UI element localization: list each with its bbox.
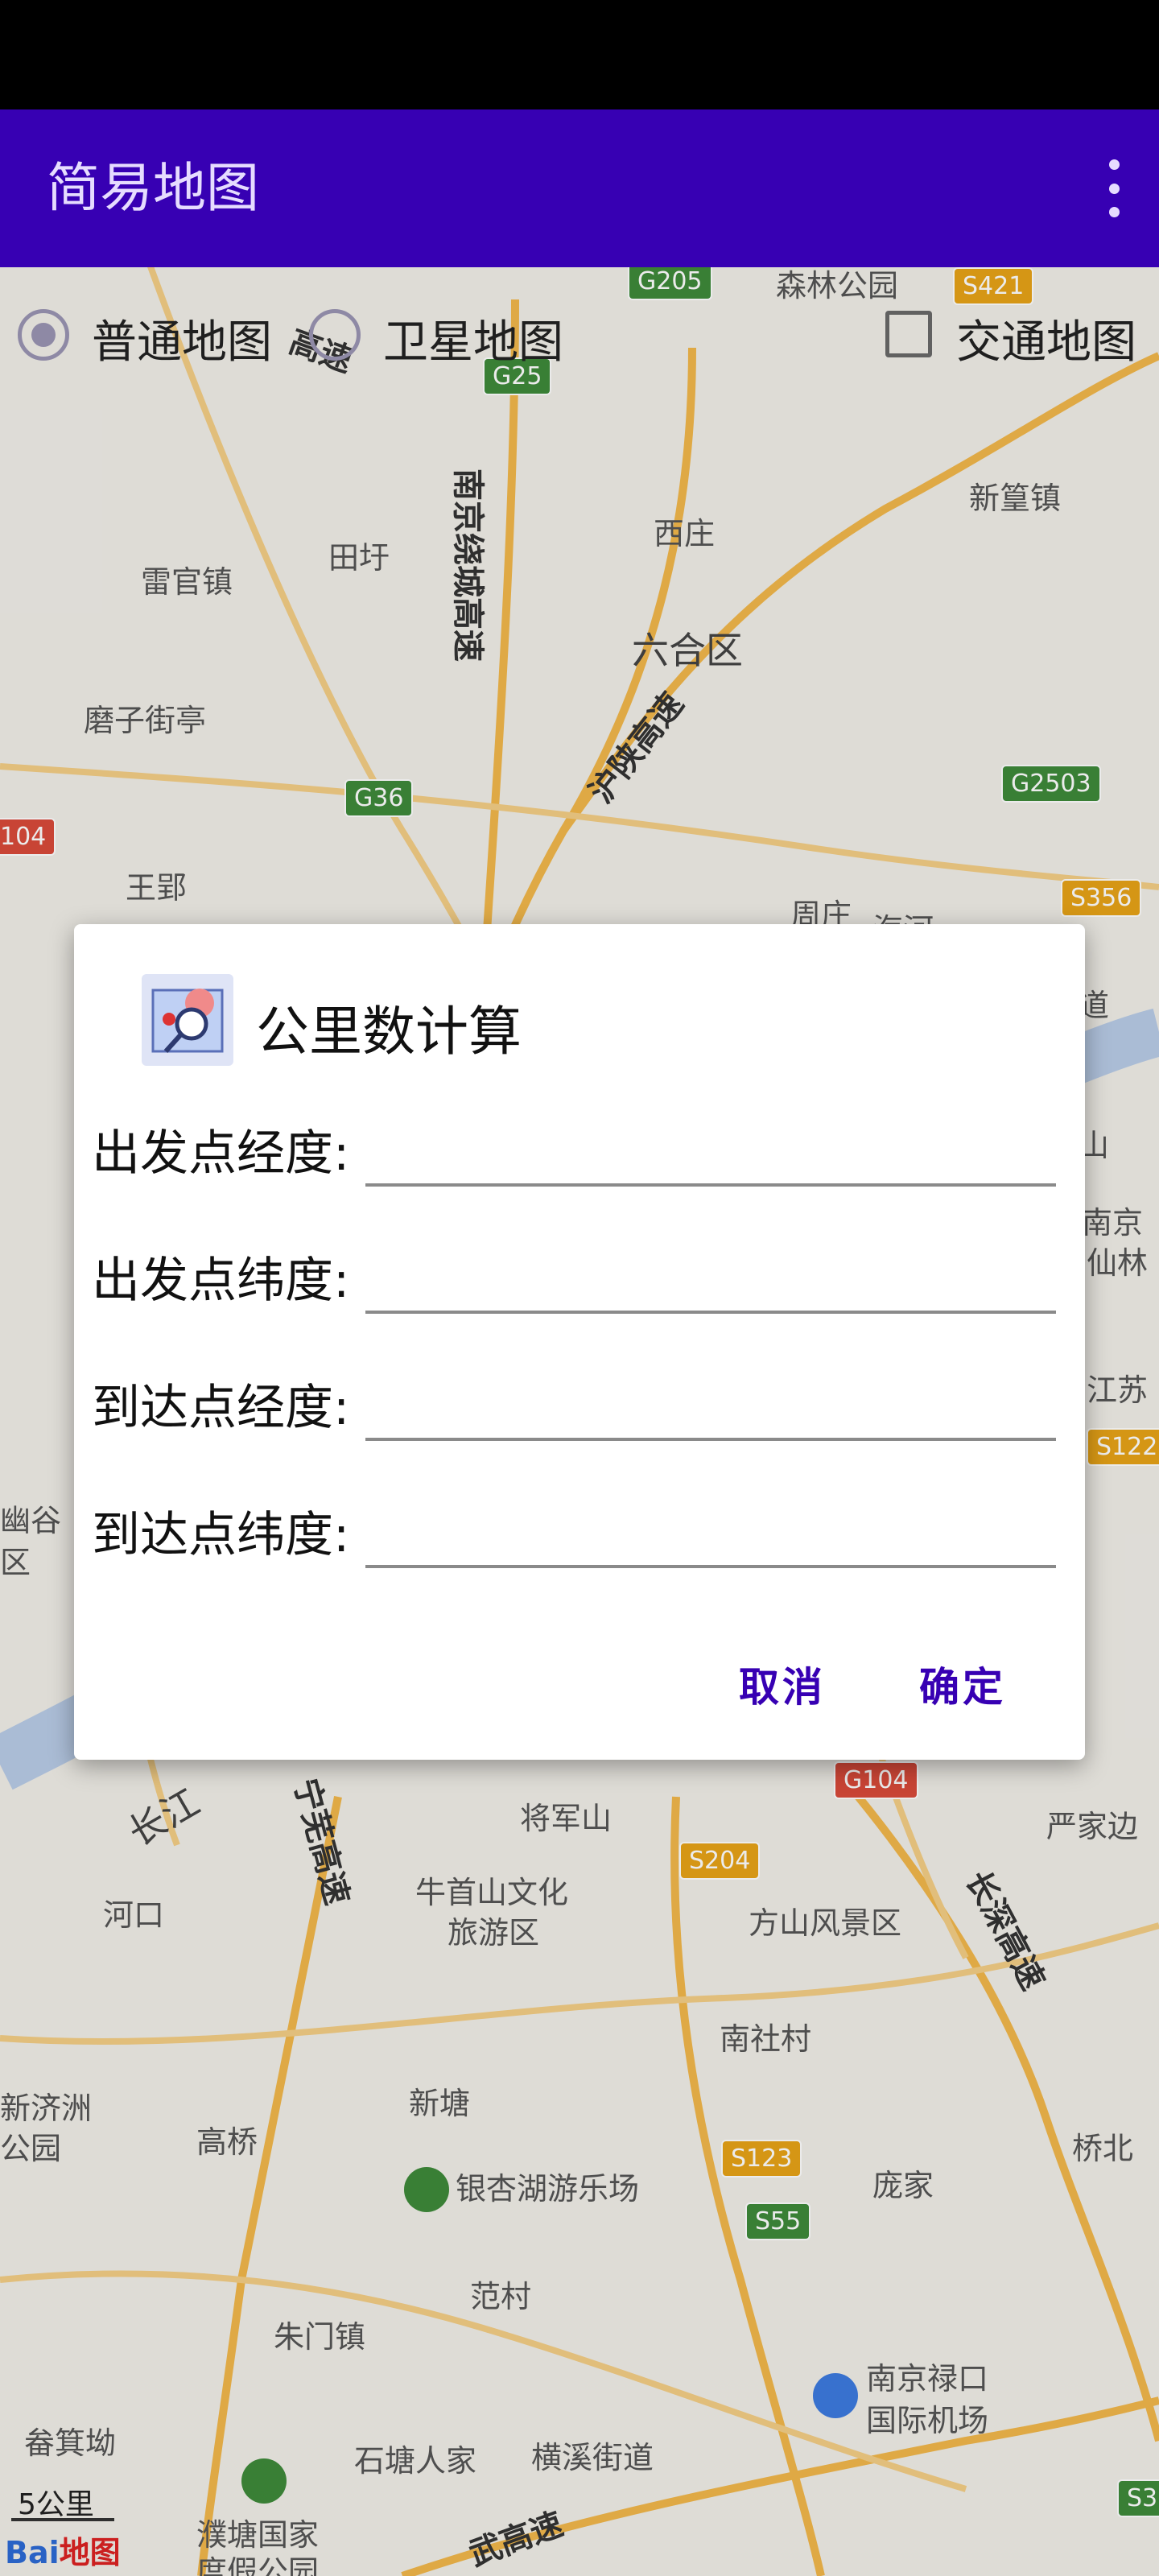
more-options-icon[interactable] [1098, 159, 1130, 217]
start-longitude-label: 出发点经度: [92, 1125, 350, 1182]
end-latitude-input[interactable] [365, 1484, 1056, 1568]
end-latitude-label: 到达点纬度: [92, 1507, 350, 1563]
start-latitude-input[interactable] [365, 1230, 1056, 1314]
end-longitude-row: 到达点经度: [74, 1349, 1085, 1454]
app-title: 简易地图 [47, 157, 259, 219]
end-longitude-label: 到达点经度: [92, 1380, 350, 1436]
start-longitude-input[interactable] [365, 1103, 1056, 1187]
start-longitude-row: 出发点经度: [74, 1095, 1085, 1199]
map-search-icon [142, 974, 233, 1066]
cancel-button[interactable]: 取消 [739, 1655, 826, 1713]
end-latitude-row: 到达点纬度: [74, 1476, 1085, 1581]
app-bar: 简易地图 [0, 109, 1159, 267]
dialog-title: 公里数计算 [256, 1001, 522, 1063]
start-latitude-row: 出发点纬度: [74, 1222, 1085, 1327]
start-latitude-label: 出发点纬度: [92, 1253, 350, 1309]
status-bar [0, 0, 1159, 109]
distance-dialog: 公里数计算 出发点经度: 出发点纬度: 到达点经度: 到达点纬度: 取消 确定 [74, 924, 1085, 1760]
confirm-button[interactable]: 确定 [919, 1655, 1006, 1713]
end-longitude-input[interactable] [365, 1357, 1056, 1441]
